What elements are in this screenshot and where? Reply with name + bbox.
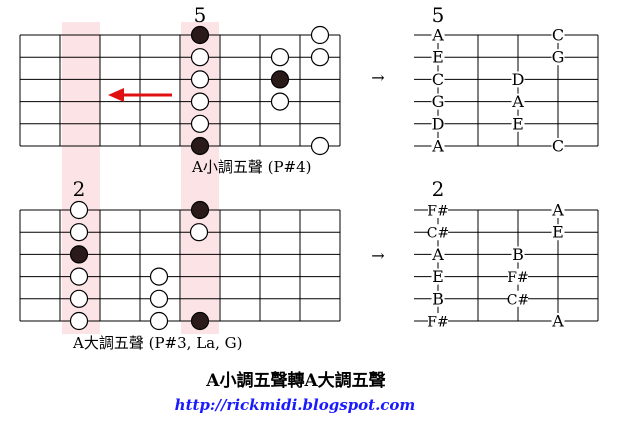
blog-url[interactable]: http://rickmidi.blogspot.com [175,396,416,414]
scale-note-root [190,200,210,220]
scale-note-root [270,70,290,89]
scale-note-open [69,200,89,220]
note-name: C [432,70,444,89]
note-name: A [431,26,444,45]
scale-diagram-canvas: 52 5AECGDADAECGC2F#C#AEBF#BF#C#AEA → → A… [19,3,599,414]
scale-note-open [190,48,210,67]
note-name: B [512,245,524,264]
scale-note-open [190,114,210,133]
scale-note-open [149,289,169,308]
scale-note-open [270,48,290,67]
note-name: C# [427,226,449,242]
scale-note-root [190,311,210,331]
note-name: E [512,114,524,133]
note-name: A [511,92,524,111]
note-name: D [432,114,445,133]
note-name: C [552,137,564,156]
note-name: E [432,48,444,67]
scale-note-open [310,136,330,156]
note-name: F# [507,270,528,286]
note-name: G [552,48,565,67]
position-label: 5 [432,3,445,27]
note-name: C [552,26,564,45]
scale-note-open [69,267,89,286]
scale-note-root [190,136,210,156]
note-name: A [551,201,564,220]
note-name: F# [427,204,448,220]
note-name: E [432,267,444,286]
position-label: 2 [432,177,445,201]
highlight-column-right [181,22,219,334]
transform-arrow-bottom: → [371,246,384,265]
caption-major: A大調五聲 (P#3, La, G) [72,334,242,352]
scale-note-open [270,92,290,111]
scale-note-open [69,223,89,242]
scale-note-open [149,267,169,286]
scale-note-open [190,92,210,111]
scale-note-open [310,48,330,67]
scale-note-open [69,311,89,331]
caption-minor: A小調五聲 (P#4) [191,158,312,176]
scale-note-root [69,245,89,264]
notename-board-major: 2F#C#AEBF#BF#C#AEA [414,177,599,331]
note-name: C# [507,292,529,308]
right-fretboard-group: 5AECGDADAECGC2F#C#AEBF#BF#C#AEA [414,3,599,331]
note-name: G [432,92,445,111]
scale-note-open [310,25,330,45]
scale-note-root [190,25,210,45]
scale-note-open [149,311,169,331]
note-name: A [551,312,564,331]
note-name: A [431,245,444,264]
position-label: 5 [194,3,207,27]
page-title: A小調五聲轉A大調五聲 [205,370,385,391]
note-name: A [431,137,444,156]
transform-arrow-top: → [371,68,384,87]
note-name: D [512,70,525,89]
note-name: E [552,223,564,242]
scale-note-open [190,70,210,89]
scale-note-open [69,289,89,308]
note-name: F# [427,315,448,331]
notename-board-minor: 5AECGDADAECGC [414,3,599,156]
position-label: 2 [73,177,86,201]
scale-note-open [189,223,209,242]
note-name: B [432,289,444,308]
